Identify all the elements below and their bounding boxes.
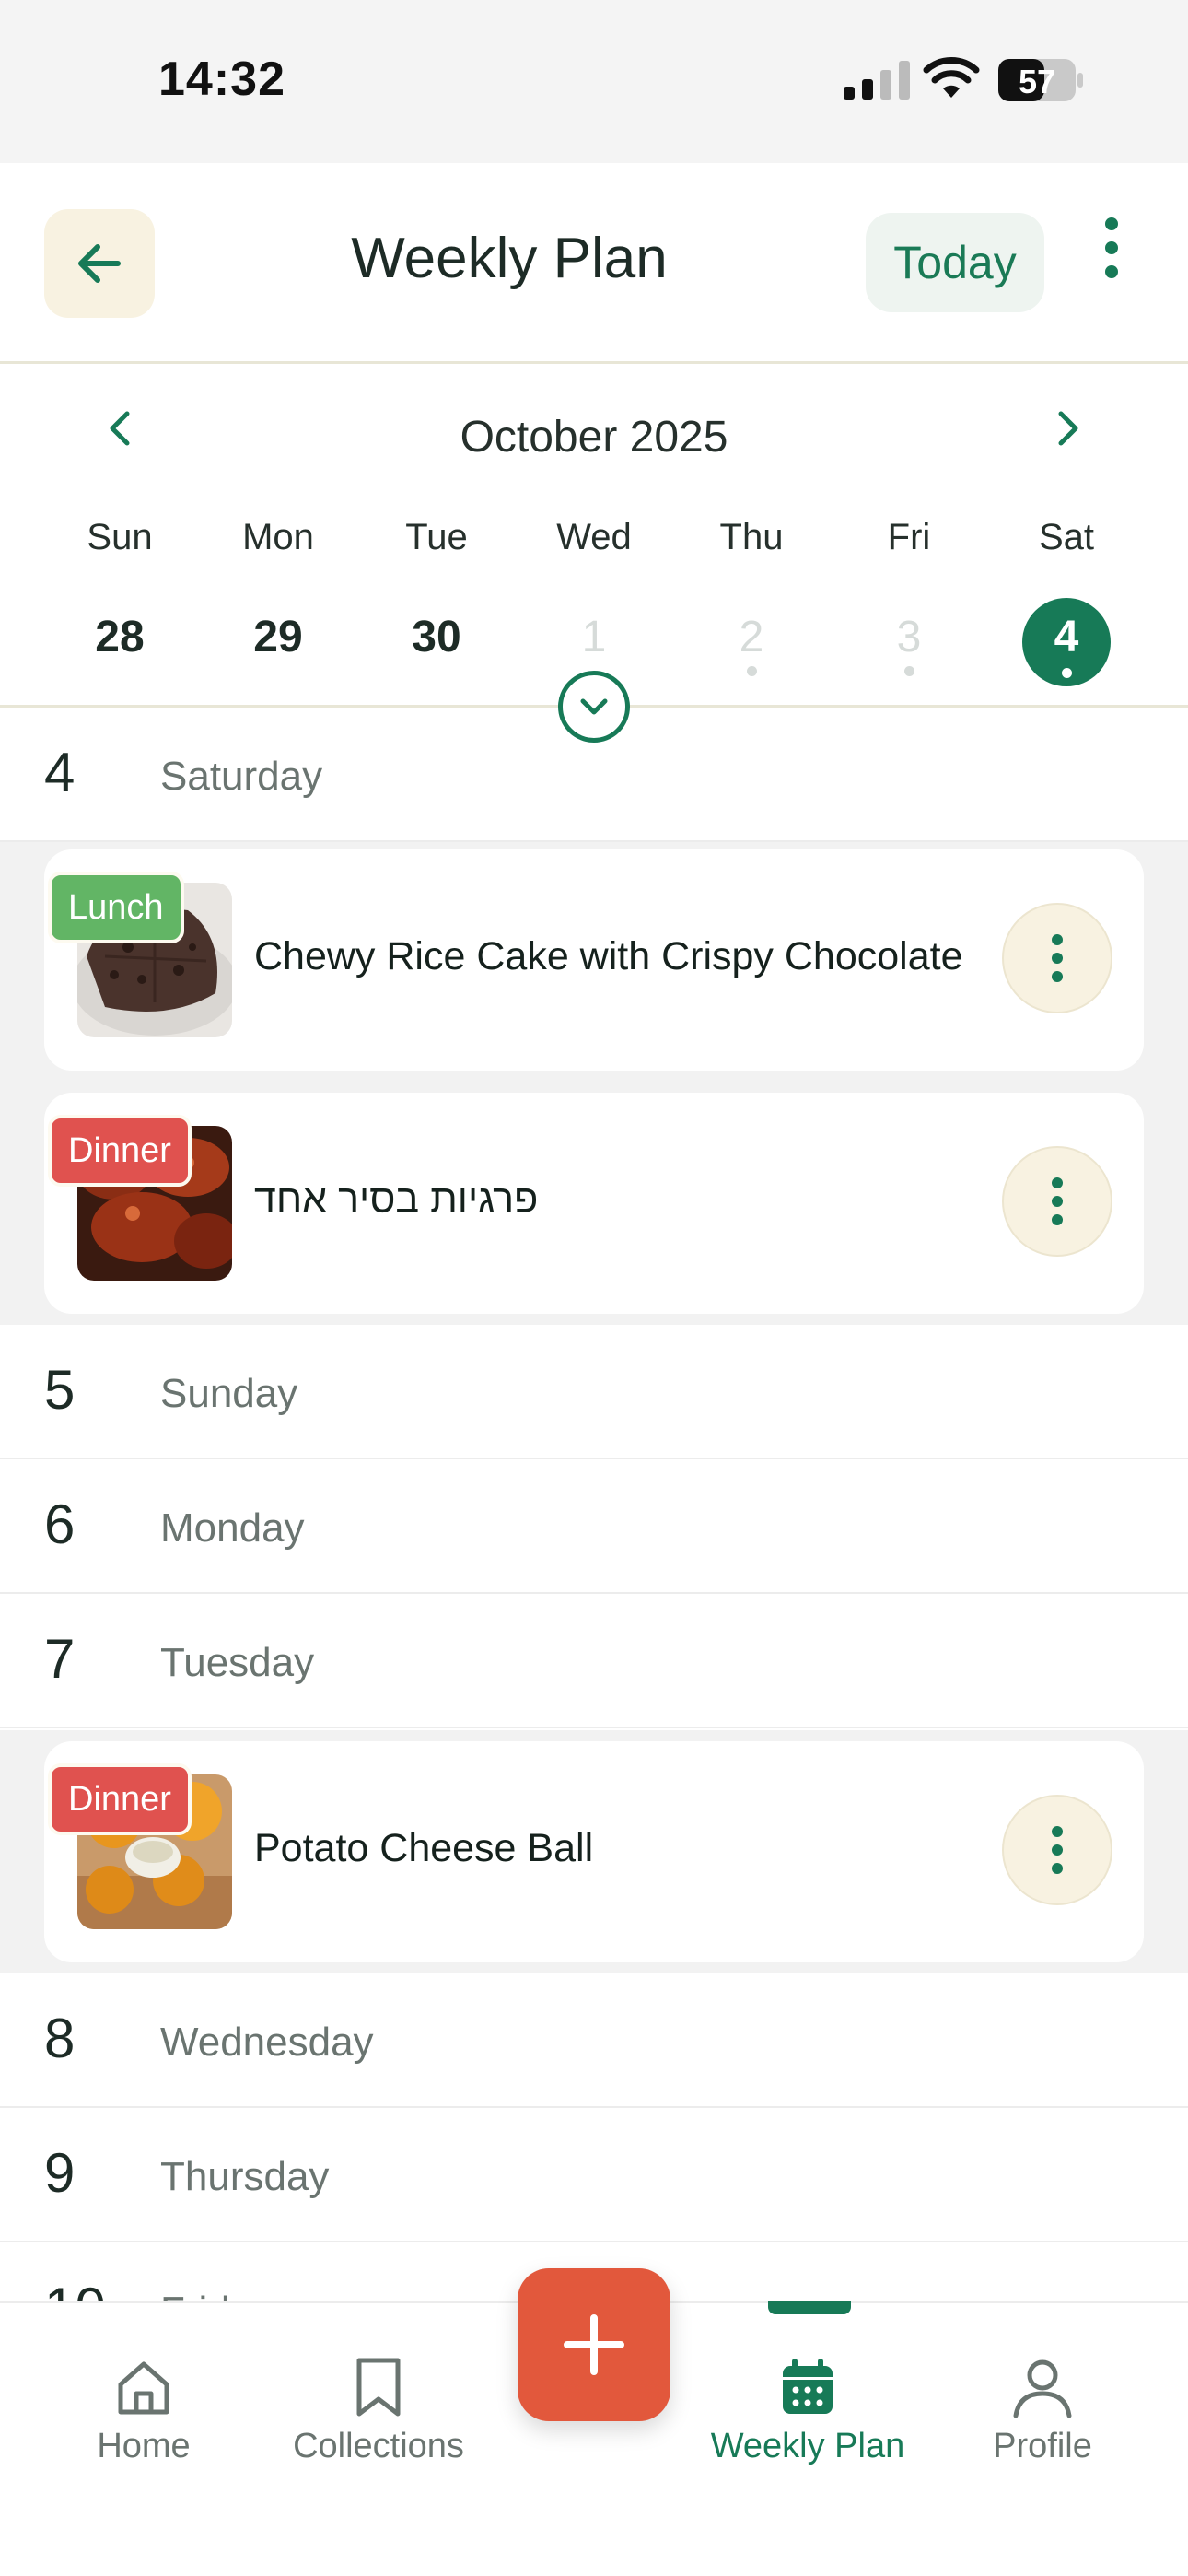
- date-cell-selected[interactable]: 4: [987, 598, 1146, 690]
- day-row[interactable]: 7 Tuesday: [0, 1594, 1188, 1728]
- date-cell[interactable]: 30: [357, 598, 516, 690]
- nav-home[interactable]: Home: [33, 2355, 254, 2466]
- weekday-row: Sun Mon Tue Wed Thu Fri Sat: [0, 517, 1188, 572]
- day-number: 5: [44, 1359, 76, 1421]
- day-name: Thursday: [160, 2154, 330, 2199]
- day-row[interactable]: 5 Sunday: [0, 1325, 1188, 1459]
- meals-list: Lunch Chewy Rice Cake with Crispy Chocol…: [0, 842, 1188, 1325]
- more-vertical-icon: [1052, 1177, 1063, 1225]
- date-cell[interactable]: 3: [830, 598, 988, 690]
- meal-options-button[interactable]: [1002, 1146, 1112, 1257]
- date-cell[interactable]: 2: [672, 598, 831, 690]
- day-row[interactable]: 9 Thursday: [0, 2108, 1188, 2242]
- date-number: 1: [581, 613, 607, 662]
- meals-list: Dinner Potato Cheese Ball: [0, 1730, 1188, 1973]
- plus-icon: [564, 2314, 624, 2375]
- day-name: Saturday: [160, 754, 323, 799]
- battery-level: 57: [1018, 63, 1056, 100]
- meal-title: פרגיות בסיר אחד: [254, 1177, 539, 1222]
- status-bar: 14:32 57: [0, 0, 1188, 163]
- meal-card[interactable]: Dinner Potato Cheese Ball: [44, 1741, 1144, 1962]
- active-tab-indicator: [768, 2301, 851, 2314]
- meal-title: Potato Cheese Ball: [254, 1826, 594, 1870]
- meal-card[interactable]: Lunch Chewy Rice Cake with Crispy Chocol…: [44, 849, 1144, 1071]
- day-name: Monday: [160, 1505, 305, 1551]
- day-number: 8: [44, 2008, 76, 2069]
- more-vertical-icon: [1052, 1826, 1063, 1874]
- meal-indicator-dot: [1062, 668, 1072, 678]
- date-cell[interactable]: 29: [199, 598, 357, 690]
- date-number: 30: [412, 613, 461, 662]
- status-time: 14:32: [158, 53, 285, 106]
- more-options-icon[interactable]: [1096, 215, 1127, 281]
- day-number: 9: [44, 2142, 76, 2204]
- weekday-label: Tue: [405, 517, 468, 557]
- battery-icon: 57: [998, 59, 1083, 101]
- day-name: Tuesday: [160, 1640, 315, 1685]
- calendar-icon: [783, 2359, 833, 2414]
- home-icon: [118, 2361, 169, 2415]
- day-name: Sunday: [160, 1371, 298, 1416]
- meal-type-badge: Lunch: [48, 872, 184, 943]
- date-number: 4: [1054, 613, 1079, 662]
- bookmark-icon: [356, 2358, 401, 2417]
- day-row[interactable]: 6 Monday: [0, 1459, 1188, 1594]
- day-name: Wednesday: [160, 2020, 374, 2065]
- meal-card[interactable]: Dinner פרגיות בסיר אחד: [44, 1093, 1144, 1314]
- more-vertical-icon: [1052, 934, 1063, 982]
- nav-home-label: Home: [97, 2427, 191, 2465]
- chevron-right-icon[interactable]: [1044, 406, 1089, 451]
- nav-profile[interactable]: Profile: [932, 2355, 1153, 2466]
- chevron-down-icon: [580, 698, 608, 715]
- meal-options-button[interactable]: [1002, 903, 1112, 1013]
- date-cell[interactable]: 28: [41, 598, 199, 690]
- date-number: 29: [253, 613, 303, 662]
- meal-title: Chewy Rice Cake with Crispy Chocolate: [254, 934, 963, 978]
- nav-collections-label: Collections: [293, 2427, 464, 2465]
- weekday-label: Sun: [87, 517, 153, 557]
- meal-indicator-dot: [904, 666, 914, 676]
- day-row[interactable]: 8 Wednesday: [0, 1973, 1188, 2108]
- week-calendar: October 2025 Sun Mon Tue Wed Thu Fri Sat…: [0, 364, 1188, 708]
- nav-weekly-plan[interactable]: Weekly Plan: [697, 2355, 918, 2466]
- app-header: Weekly Plan Today: [0, 163, 1188, 364]
- meal-type-badge: Dinner: [48, 1115, 192, 1187]
- weekday-label: Wed: [556, 517, 632, 557]
- wifi-icon: [923, 57, 980, 98]
- weekday-label: Fri: [887, 517, 931, 557]
- day-number: 4: [44, 742, 76, 803]
- weekday-label: Thu: [719, 517, 784, 557]
- date-number: 28: [95, 613, 145, 662]
- nav-weekly-plan-label: Weekly Plan: [710, 2427, 905, 2465]
- meal-options-button[interactable]: [1002, 1795, 1112, 1905]
- meal-type-badge: Dinner: [48, 1763, 192, 1835]
- month-label: October 2025: [460, 413, 728, 462]
- user-icon: [1013, 2359, 1072, 2418]
- meal-indicator-dot: [747, 666, 757, 676]
- signal-icon: [844, 61, 910, 100]
- weekday-label: Sat: [1038, 517, 1095, 557]
- day-number: 6: [44, 1493, 76, 1555]
- weekday-label: Mon: [242, 517, 314, 557]
- day-number: 7: [44, 1628, 76, 1690]
- nav-profile-label: Profile: [993, 2427, 1092, 2465]
- collapse-calendar-button[interactable]: [558, 671, 630, 743]
- today-button[interactable]: Today: [866, 213, 1044, 312]
- add-meal-button[interactable]: [518, 2268, 670, 2421]
- nav-collections[interactable]: Collections: [268, 2355, 489, 2466]
